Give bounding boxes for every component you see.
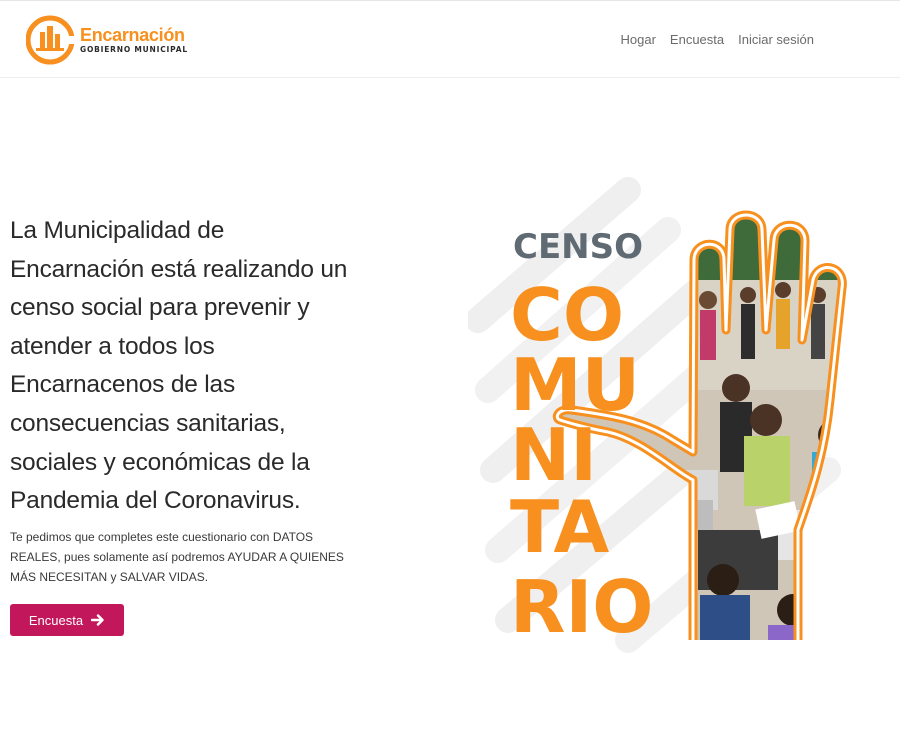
logo-name: Encarnación [80, 24, 185, 45]
hero-title-line: censo social para prevenir y [10, 294, 310, 322]
hero-subtitle-line: MÁS NECESITAN y SALVAR VIDAS. [10, 570, 209, 584]
hero-title-line: Pandemia del Coronavirus. [10, 487, 301, 515]
nav-link-encuesta[interactable]: Encuesta [670, 32, 724, 47]
hero-title-line: consecuencias sanitarias, [10, 409, 286, 437]
hero-subtitle-line: Te pedimos que completes este cuestionar… [10, 530, 314, 544]
municipal-logo[interactable]: Encarnación GOBIERNO MUNICIPAL [25, 14, 188, 66]
encuesta-button[interactable]: Encuesta [10, 604, 124, 636]
hero-title-line: La Municipalidad de [10, 217, 225, 244]
word-line: TA [510, 485, 610, 569]
censo-label: CENSO [513, 227, 643, 267]
hero-title: La Municipalidad de Encarnación está rea… [10, 212, 375, 521]
hero-subtitle-line: REALES, pues solamente así podremos AYUD… [10, 550, 344, 564]
hero-subtitle: Te pedimos que completes este cuestionar… [10, 527, 370, 587]
logo-subtitle: GOBIERNO MUNICIPAL [80, 44, 188, 54]
hero-title-line: Encarnacenos de las [10, 371, 236, 399]
nav-link-iniciar-sesion[interactable]: Iniciar sesión [738, 32, 814, 47]
word-line: RIO [510, 565, 653, 649]
logo-text: Encarnación GOBIERNO MUNICIPAL [80, 24, 188, 55]
site-header: Encarnación GOBIERNO MUNICIPAL Hogar Enc… [0, 0, 900, 78]
arrow-right-icon [90, 613, 105, 627]
nav-link-hogar[interactable]: Hogar [621, 32, 656, 47]
encuesta-button-label: Encuesta [28, 612, 84, 628]
logo-emblem-icon [25, 14, 76, 66]
main-nav: Hogar Encuesta Iniciar sesión [621, 32, 815, 47]
hero-title-line: sociales y económicas de la [10, 448, 310, 476]
hero-title-line: atender a todos los [10, 332, 215, 360]
hero-title-line: Encarnación está realizando un [10, 255, 348, 283]
censo-comunitario-graphic: CENSO CO MU NI TA RIO [468, 170, 900, 690]
